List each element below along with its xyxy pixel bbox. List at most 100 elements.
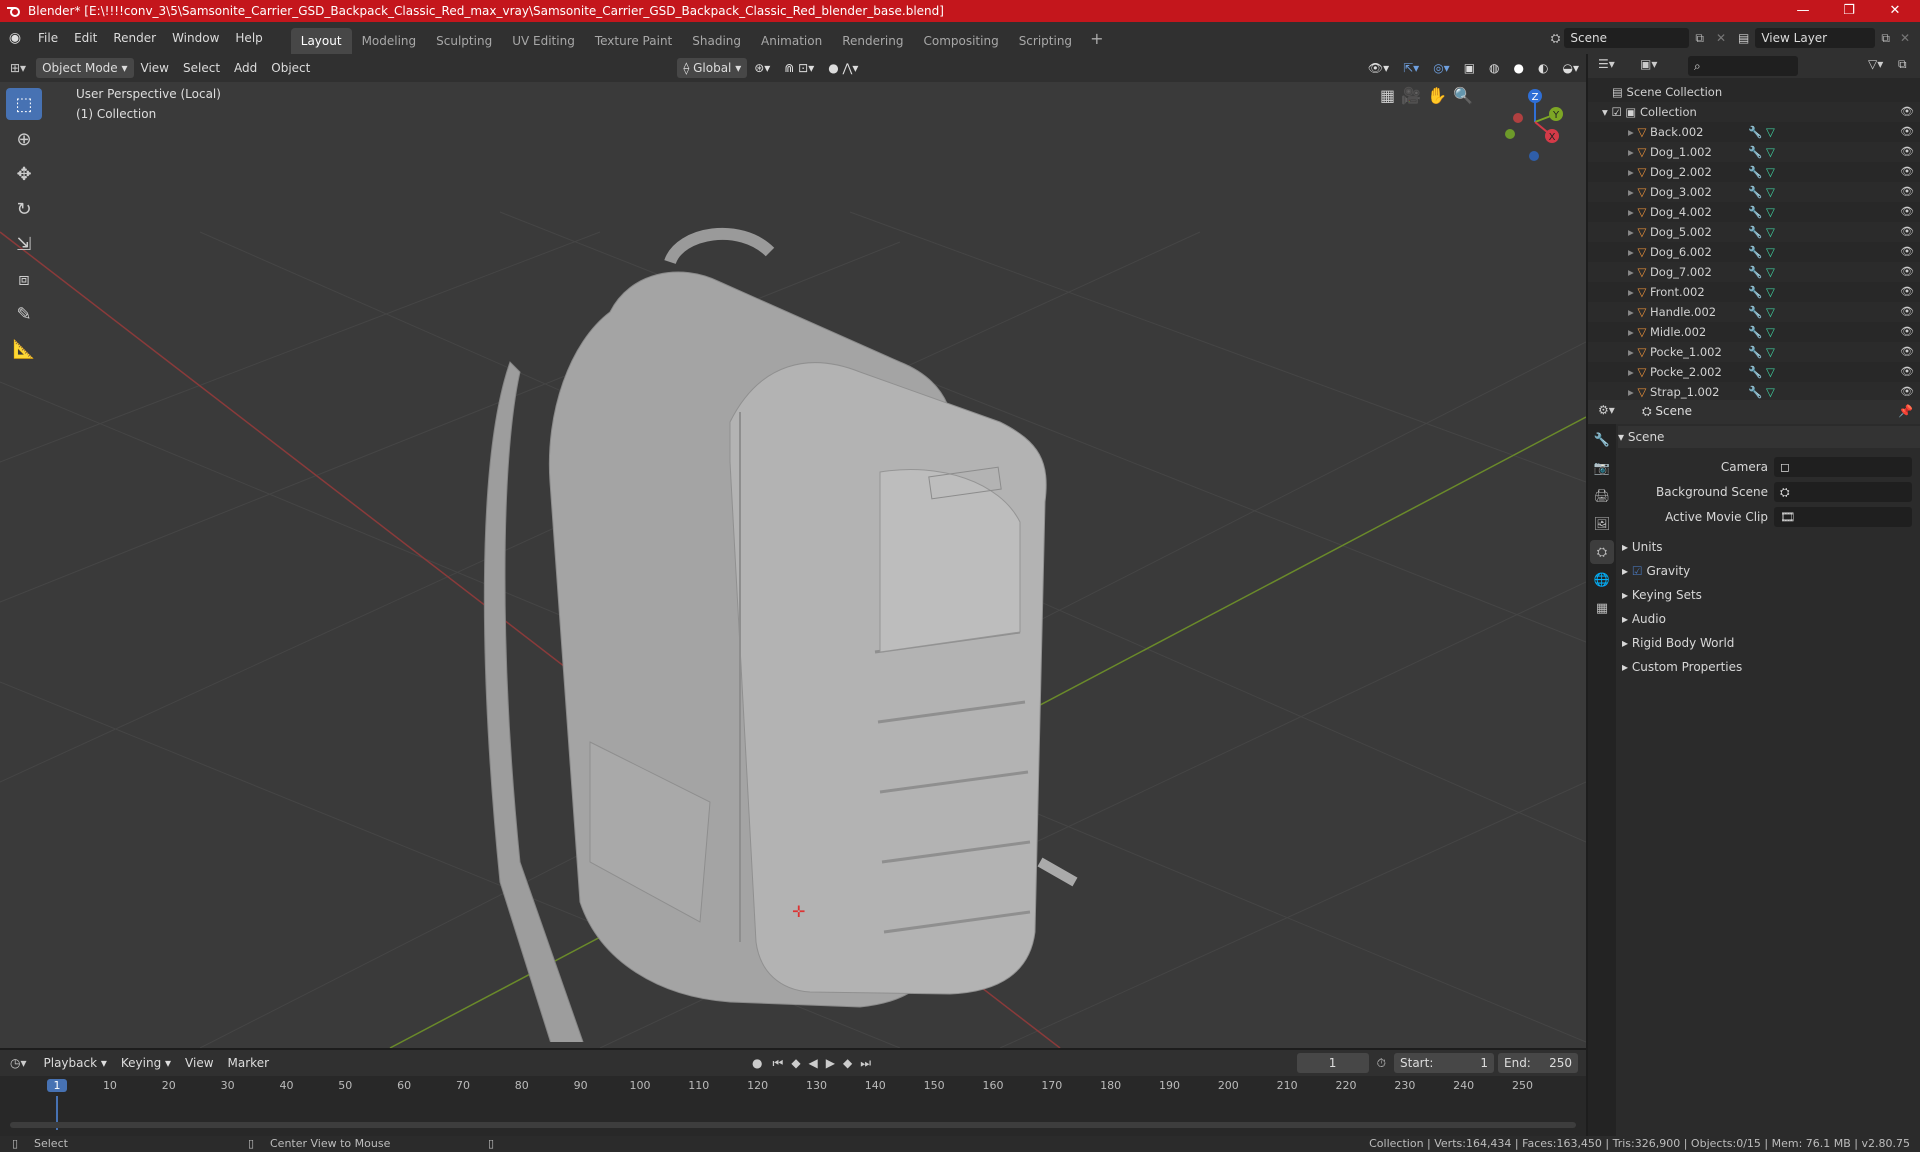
outliner-item[interactable]: ▸ ▽ Dog_1.002 🔧 ▽ 👁 [1588,142,1920,162]
eye-icon[interactable]: 👁 [1900,382,1914,402]
transform-orientation-dropdown[interactable]: ⟠ Global ▾ [677,58,748,78]
current-frame-field[interactable]: 1 [1296,1053,1369,1073]
render-tab-icon[interactable]: 📷 [1590,456,1614,480]
mesh-data-icon[interactable]: ▽ [1766,222,1775,242]
menu-view[interactable]: View [134,58,176,78]
new-scene-icon[interactable]: ⧉ [1689,31,1710,46]
panel-section-2[interactable]: ▸ Keying Sets [1622,584,1702,606]
modifier-wrench-icon[interactable]: 🔧 [1748,182,1762,202]
mesh-data-icon[interactable]: ▽ [1766,282,1775,302]
outliner-item[interactable]: ▸ ▽ Handle.002 🔧 ▽ 👁 [1588,302,1920,322]
panel-section-1[interactable]: ▸ ☑ Gravity [1622,560,1690,582]
menu-marker[interactable]: Marker [221,1053,276,1073]
menu-file[interactable]: File [30,26,66,50]
new-view-layer-icon[interactable]: ⧉ [1875,31,1896,46]
editor-type-icon[interactable]: ⊞▾ [0,61,36,75]
modifier-wrench-icon[interactable]: 🔧 [1748,262,1762,282]
texture-tab-icon[interactable]: ▦ [1590,596,1614,620]
menu-playback[interactable]: Playback ▾ [37,1053,114,1073]
mesh-data-icon[interactable]: ▽ [1766,262,1775,282]
rotate-tool-icon[interactable]: ↻ [6,193,42,225]
shading-solid-icon[interactable]: ● [1507,58,1531,78]
outliner-item[interactable]: ▸ ▽ Pocke_2.002 🔧 ▽ 👁 [1588,362,1920,382]
eye-icon[interactable]: 👁 [1900,162,1914,182]
modifier-wrench-icon[interactable]: 🔧 [1748,362,1762,382]
add-workspace-icon[interactable]: + [1082,29,1111,48]
cursor-tool-icon[interactable]: ⊕ [6,123,42,155]
panel-section-0[interactable]: ▸ Units [1622,536,1663,558]
scene-panel-header[interactable]: ▾ Scene [1618,426,1920,448]
display-mode-icon[interactable]: ▣▾ [1640,57,1657,71]
eye-icon[interactable]: 👁 [1900,322,1914,342]
eye-icon[interactable]: 👁 [1900,242,1914,262]
mesh-data-icon[interactable]: ▽ [1766,182,1775,202]
eye-icon[interactable]: 👁 [1900,342,1914,362]
menu-select[interactable]: Select [176,58,227,78]
collection-checkbox[interactable]: ☑ [1611,105,1621,119]
timeline-scrollbar[interactable] [10,1122,1576,1128]
shading-wireframe-icon[interactable]: ◍ [1482,58,1506,78]
tab-compositing[interactable]: Compositing [913,28,1008,54]
visibility-icon[interactable]: 👁▾ [1361,58,1396,78]
modifier-wrench-icon[interactable]: 🔧 [1748,282,1762,302]
timeline-editor-type-icon[interactable]: ◷▾ [0,1056,37,1070]
zoom-icon[interactable]: 🔍 [1453,86,1473,105]
eye-icon[interactable]: 👁 [1900,282,1914,302]
grid-view-icon[interactable]: ▦ [1380,86,1395,105]
outliner-item[interactable]: ▸ ▽ Pocke_1.002 🔧 ▽ 👁 [1588,342,1920,362]
mesh-data-icon[interactable]: ▽ [1766,382,1775,402]
mesh-data-icon[interactable]: ▽ [1766,142,1775,162]
pin-icon[interactable]: 📌 [1898,404,1913,418]
start-frame-field[interactable]: Start: 1 [1394,1053,1494,1073]
annotate-tool-icon[interactable]: ✎ [6,298,42,330]
modifier-wrench-icon[interactable]: 🔧 [1748,162,1762,182]
eye-icon[interactable]: 👁 [1900,202,1914,222]
menu-help[interactable]: Help [227,26,270,50]
tab-rendering[interactable]: Rendering [832,28,913,54]
tab-texture-paint[interactable]: Texture Paint [585,28,682,54]
modifier-wrench-icon[interactable]: 🔧 [1748,342,1762,362]
camera-view-icon[interactable]: 🎥 [1401,86,1421,105]
menu-render[interactable]: Render [105,26,164,50]
mesh-data-icon[interactable]: ▽ [1766,122,1775,142]
outliner-item[interactable]: ▸ ▽ Front.002 🔧 ▽ 👁 [1588,282,1920,302]
mode-dropdown[interactable]: Object Mode ▾ [36,58,134,78]
tab-modeling[interactable]: Modeling [352,28,427,54]
tab-animation[interactable]: Animation [751,28,832,54]
scale-tool-icon[interactable]: ⇲ [6,228,42,260]
measure-tool-icon[interactable]: 📐 [6,333,42,365]
minimize-button[interactable]: — [1780,0,1826,22]
shading-material-icon[interactable]: ◐ [1531,58,1555,78]
panel-section-4[interactable]: ▸ Rigid Body World [1622,632,1734,654]
eye-icon[interactable]: 👁 [1900,102,1914,122]
menu-keying[interactable]: Keying ▾ [114,1053,178,1073]
new-collection-icon[interactable]: ⧉ [1898,57,1907,72]
mesh-data-icon[interactable]: ▽ [1766,242,1775,262]
outliner-item[interactable]: ▸ ▽ Dog_6.002 🔧 ▽ 👁 [1588,242,1920,262]
pan-hand-icon[interactable]: ✋ [1427,86,1447,105]
mesh-data-icon[interactable]: ▽ [1766,322,1775,342]
snap-icon[interactable]: ⋒ ⊡▾ [777,58,821,78]
select-box-tool-icon[interactable]: ⬚ [6,88,42,120]
tool-tab-icon[interactable]: 🔧 [1590,428,1614,452]
3d-cursor-icon[interactable]: ✛ [792,902,805,921]
properties-editor-type-icon[interactable]: ⚙▾ [1598,403,1615,417]
view-layer-tab-icon[interactable]: 🖼 [1590,512,1614,536]
view-layer-icon[interactable]: ▤ [1732,31,1755,45]
modifier-wrench-icon[interactable]: 🔧 [1748,142,1762,162]
tab-sculpting[interactable]: Sculpting [426,28,502,54]
record-icon[interactable]: ● [746,1056,768,1070]
view-layer-field[interactable]: View Layer [1755,28,1876,48]
outliner-item[interactable]: ▸ ▽ Dog_3.002 🔧 ▽ 👁 [1588,182,1920,202]
modifier-wrench-icon[interactable]: 🔧 [1748,382,1762,402]
panel-section-5[interactable]: ▸ Custom Properties [1622,656,1742,678]
eye-icon[interactable]: 👁 [1900,122,1914,142]
tab-uv-editing[interactable]: UV Editing [502,28,585,54]
modifier-wrench-icon[interactable]: 🔧 [1748,122,1762,142]
outliner-item[interactable]: ▸ ▽ Dog_5.002 🔧 ▽ 👁 [1588,222,1920,242]
camera-field[interactable]: ◻ [1774,457,1912,477]
filter-icon[interactable]: ▽▾ [1868,57,1883,71]
modifier-wrench-icon[interactable]: 🔧 [1748,302,1762,322]
menu-window[interactable]: Window [164,26,227,50]
background-scene-field[interactable]: ⛭ [1774,482,1912,502]
